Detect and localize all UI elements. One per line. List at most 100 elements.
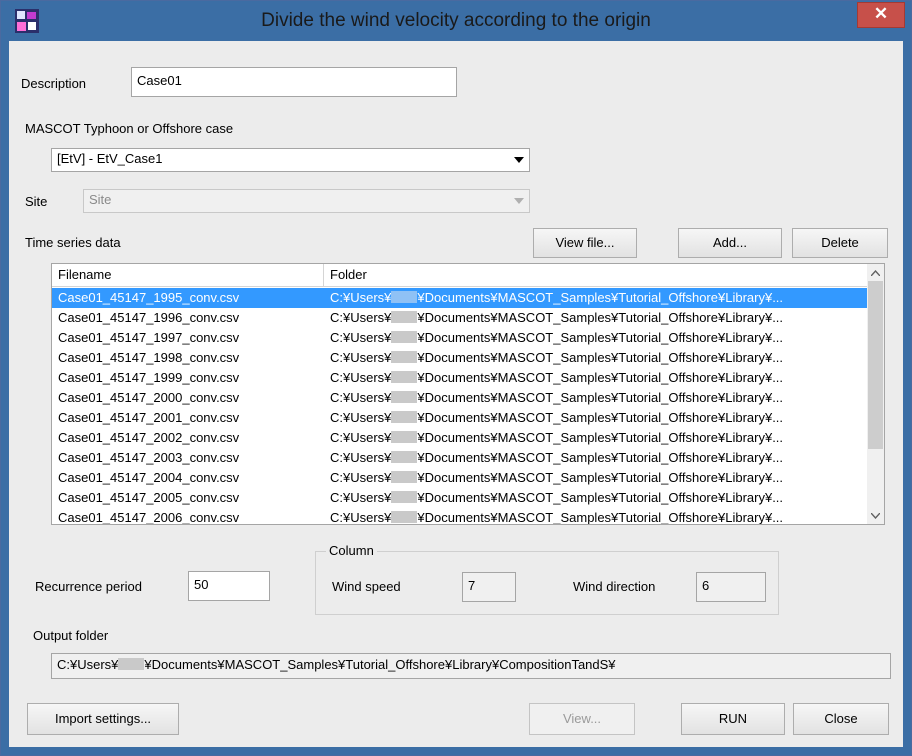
redacted-username bbox=[391, 291, 418, 303]
list-item[interactable]: Case01_45147_1997_conv.csv C:¥Users¥ ¥Docu… bbox=[52, 328, 868, 348]
output-folder-suffix: ¥Documents¥MASCOT_Samples¥Tutorial_Offsh… bbox=[144, 657, 616, 672]
folder-prefix: C:¥Users¥ bbox=[330, 490, 392, 505]
list-item[interactable]: Case01_45147_2000_conv.csv C:¥Users¥ ¥Docu… bbox=[52, 388, 868, 408]
scrollbar-thumb[interactable] bbox=[868, 281, 883, 449]
folder-prefix: C:¥Users¥ bbox=[330, 470, 392, 485]
wind-speed-input[interactable]: 7 bbox=[462, 572, 516, 602]
add-button[interactable]: Add... bbox=[678, 228, 782, 258]
folder-cell: C:¥Users¥ ¥Documents¥MASCOT_Samples¥Tutor… bbox=[330, 408, 866, 428]
folder-cell: C:¥Users¥ ¥Documents¥MASCOT_Samples¥Tutor… bbox=[330, 468, 866, 488]
list-header: Filename Folder bbox=[52, 264, 868, 287]
dialog-window: Divide the wind velocity according to th… bbox=[0, 0, 912, 756]
delete-button[interactable]: Delete bbox=[792, 228, 888, 258]
folder-cell: C:¥Users¥ ¥Documents¥MASCOT_Samples¥Tutor… bbox=[330, 368, 866, 388]
folder-cell: C:¥Users¥ ¥Documents¥MASCOT_Samples¥Tutor… bbox=[330, 328, 866, 348]
list-item[interactable]: Case01_45147_1995_conv.csv C:¥Users¥ ¥Docu… bbox=[52, 288, 868, 308]
filename-cell: Case01_45147_2003_conv.csv bbox=[58, 450, 240, 465]
folder-path: ¥Documents¥MASCOT_Samples¥Tutorial_Offsh… bbox=[417, 450, 784, 465]
folder-cell: C:¥Users¥ ¥Documents¥MASCOT_Samples¥Tutor… bbox=[330, 288, 866, 308]
folder-cell: C:¥Users¥ ¥Documents¥MASCOT_Samples¥Tutor… bbox=[330, 388, 866, 408]
list-item[interactable]: Case01_45147_1999_conv.csv C:¥Users¥ ¥Docu… bbox=[52, 368, 868, 388]
chevron-down-icon bbox=[510, 191, 528, 211]
filename-cell: Case01_45147_2004_conv.csv bbox=[58, 470, 240, 485]
redacted-username bbox=[391, 391, 418, 403]
chevron-down-icon[interactable] bbox=[867, 507, 884, 524]
site-select-value: Site bbox=[89, 192, 112, 207]
redacted-username bbox=[391, 331, 418, 343]
folder-path: ¥Documents¥MASCOT_Samples¥Tutorial_Offsh… bbox=[417, 430, 784, 445]
list-item[interactable]: Case01_45147_2002_conv.csv C:¥Users¥ ¥Docu… bbox=[52, 428, 868, 448]
folder-prefix: C:¥Users¥ bbox=[330, 350, 392, 365]
list-item[interactable]: Case01_45147_2003_conv.csv C:¥Users¥ ¥Docu… bbox=[52, 448, 868, 468]
redacted-username bbox=[391, 451, 418, 463]
output-folder-prefix: C:¥Users¥ bbox=[57, 657, 119, 672]
view-button: View... bbox=[529, 703, 635, 735]
column-group: Column Wind speed 7 Wind direction 6 bbox=[315, 543, 779, 615]
folder-path: ¥Documents¥MASCOT_Samples¥Tutorial_Offsh… bbox=[417, 390, 784, 405]
wind-speed-label: Wind speed bbox=[332, 579, 401, 594]
list-item[interactable]: Case01_45147_2005_conv.csv C:¥Users¥ ¥Docu… bbox=[52, 488, 868, 508]
folder-path: ¥Documents¥MASCOT_Samples¥Tutorial_Offsh… bbox=[417, 310, 784, 325]
redacted-username bbox=[391, 511, 418, 523]
folder-path: ¥Documents¥MASCOT_Samples¥Tutorial_Offsh… bbox=[417, 330, 784, 345]
list-item[interactable]: Case01_45147_2006_conv.csv C:¥Users¥ ¥Docu… bbox=[52, 508, 868, 525]
site-select: Site bbox=[83, 189, 530, 213]
window-title: Divide the wind velocity according to th… bbox=[261, 10, 651, 31]
redacted-username bbox=[391, 351, 418, 363]
case-select-value: [EtV] - EtV_Case1 bbox=[57, 151, 163, 166]
column-header-folder[interactable]: Folder bbox=[324, 264, 868, 286]
run-button[interactable]: RUN bbox=[681, 703, 785, 735]
close-window-button[interactable]: ✕ bbox=[857, 2, 905, 28]
folder-cell: C:¥Users¥ ¥Documents¥MASCOT_Samples¥Tutor… bbox=[330, 448, 866, 468]
description-input[interactable]: Case01 bbox=[131, 67, 457, 97]
folder-prefix: C:¥Users¥ bbox=[330, 430, 392, 445]
list-item[interactable]: Case01_45147_2001_conv.csv C:¥Users¥ ¥Docu… bbox=[52, 408, 868, 428]
recurrence-input[interactable]: 50 bbox=[188, 571, 270, 601]
output-folder-label: Output folder bbox=[33, 628, 109, 643]
folder-cell: C:¥Users¥ ¥Documents¥MASCOT_Samples¥Tutor… bbox=[330, 508, 866, 525]
folder-cell: C:¥Users¥ ¥Documents¥MASCOT_Samples¥Tutor… bbox=[330, 348, 866, 368]
output-folder-field[interactable]: C:¥Users¥ ¥Documents¥MASCOT_Samples¥Tutor… bbox=[51, 653, 891, 679]
close-button[interactable]: Close bbox=[793, 703, 889, 735]
list-scrollbar[interactable] bbox=[867, 264, 884, 524]
timeseries-label: Time series data bbox=[25, 235, 121, 250]
folder-cell: C:¥Users¥ ¥Documents¥MASCOT_Samples¥Tutor… bbox=[330, 308, 866, 328]
folder-prefix: C:¥Users¥ bbox=[330, 450, 392, 465]
chevron-up-icon[interactable] bbox=[867, 264, 884, 281]
filename-cell: Case01_45147_2006_conv.csv bbox=[58, 510, 240, 525]
folder-path: ¥Documents¥MASCOT_Samples¥Tutorial_Offsh… bbox=[417, 290, 784, 305]
wind-direction-input[interactable]: 6 bbox=[696, 572, 766, 602]
folder-prefix: C:¥Users¥ bbox=[330, 370, 392, 385]
redacted-username bbox=[391, 371, 418, 383]
dialog-body: Description Case01 MASCOT Typhoon or Off… bbox=[9, 41, 903, 747]
folder-cell: C:¥Users¥ ¥Documents¥MASCOT_Samples¥Tutor… bbox=[330, 428, 866, 448]
redacted-username bbox=[391, 431, 418, 443]
wind-direction-label: Wind direction bbox=[573, 579, 656, 594]
case-label: MASCOT Typhoon or Offshore case bbox=[25, 121, 234, 136]
folder-path: ¥Documents¥MASCOT_Samples¥Tutorial_Offsh… bbox=[417, 410, 784, 425]
close-icon: ✕ bbox=[873, 4, 889, 23]
folder-prefix: C:¥Users¥ bbox=[330, 410, 392, 425]
list-item[interactable]: Case01_45147_2004_conv.csv C:¥Users¥ ¥Docu… bbox=[52, 468, 868, 488]
column-group-title: Column bbox=[326, 543, 377, 558]
list-rows: Case01_45147_1995_conv.csv C:¥Users¥ ¥Docu… bbox=[52, 288, 868, 525]
list-item[interactable]: Case01_45147_1996_conv.csv C:¥Users¥ ¥Docu… bbox=[52, 308, 868, 328]
list-item[interactable]: Case01_45147_1998_conv.csv C:¥Users¥ ¥Docu… bbox=[52, 348, 868, 368]
filename-cell: Case01_45147_2002_conv.csv bbox=[58, 430, 240, 445]
folder-path: ¥Documents¥MASCOT_Samples¥Tutorial_Offsh… bbox=[417, 350, 784, 365]
filename-cell: Case01_45147_1996_conv.csv bbox=[58, 310, 240, 325]
filename-cell: Case01_45147_1997_conv.csv bbox=[58, 330, 240, 345]
folder-path: ¥Documents¥MASCOT_Samples¥Tutorial_Offsh… bbox=[417, 510, 784, 525]
view-file-button[interactable]: View file... bbox=[533, 228, 637, 258]
title-bar[interactable]: Divide the wind velocity according to th… bbox=[1, 1, 911, 41]
redacted-username bbox=[391, 411, 418, 423]
case-select[interactable]: [EtV] - EtV_Case1 bbox=[51, 148, 530, 172]
description-label: Description bbox=[21, 76, 87, 91]
folder-path: ¥Documents¥MASCOT_Samples¥Tutorial_Offsh… bbox=[417, 470, 784, 485]
chevron-down-icon[interactable] bbox=[510, 150, 528, 170]
timeseries-list[interactable]: Filename Folder Case01_45147_1995_conv.c… bbox=[51, 263, 885, 525]
redacted-username bbox=[391, 471, 418, 483]
recurrence-label: Recurrence period bbox=[35, 579, 142, 594]
column-header-filename[interactable]: Filename bbox=[52, 264, 324, 286]
import-settings-button[interactable]: Import settings... bbox=[27, 703, 179, 735]
